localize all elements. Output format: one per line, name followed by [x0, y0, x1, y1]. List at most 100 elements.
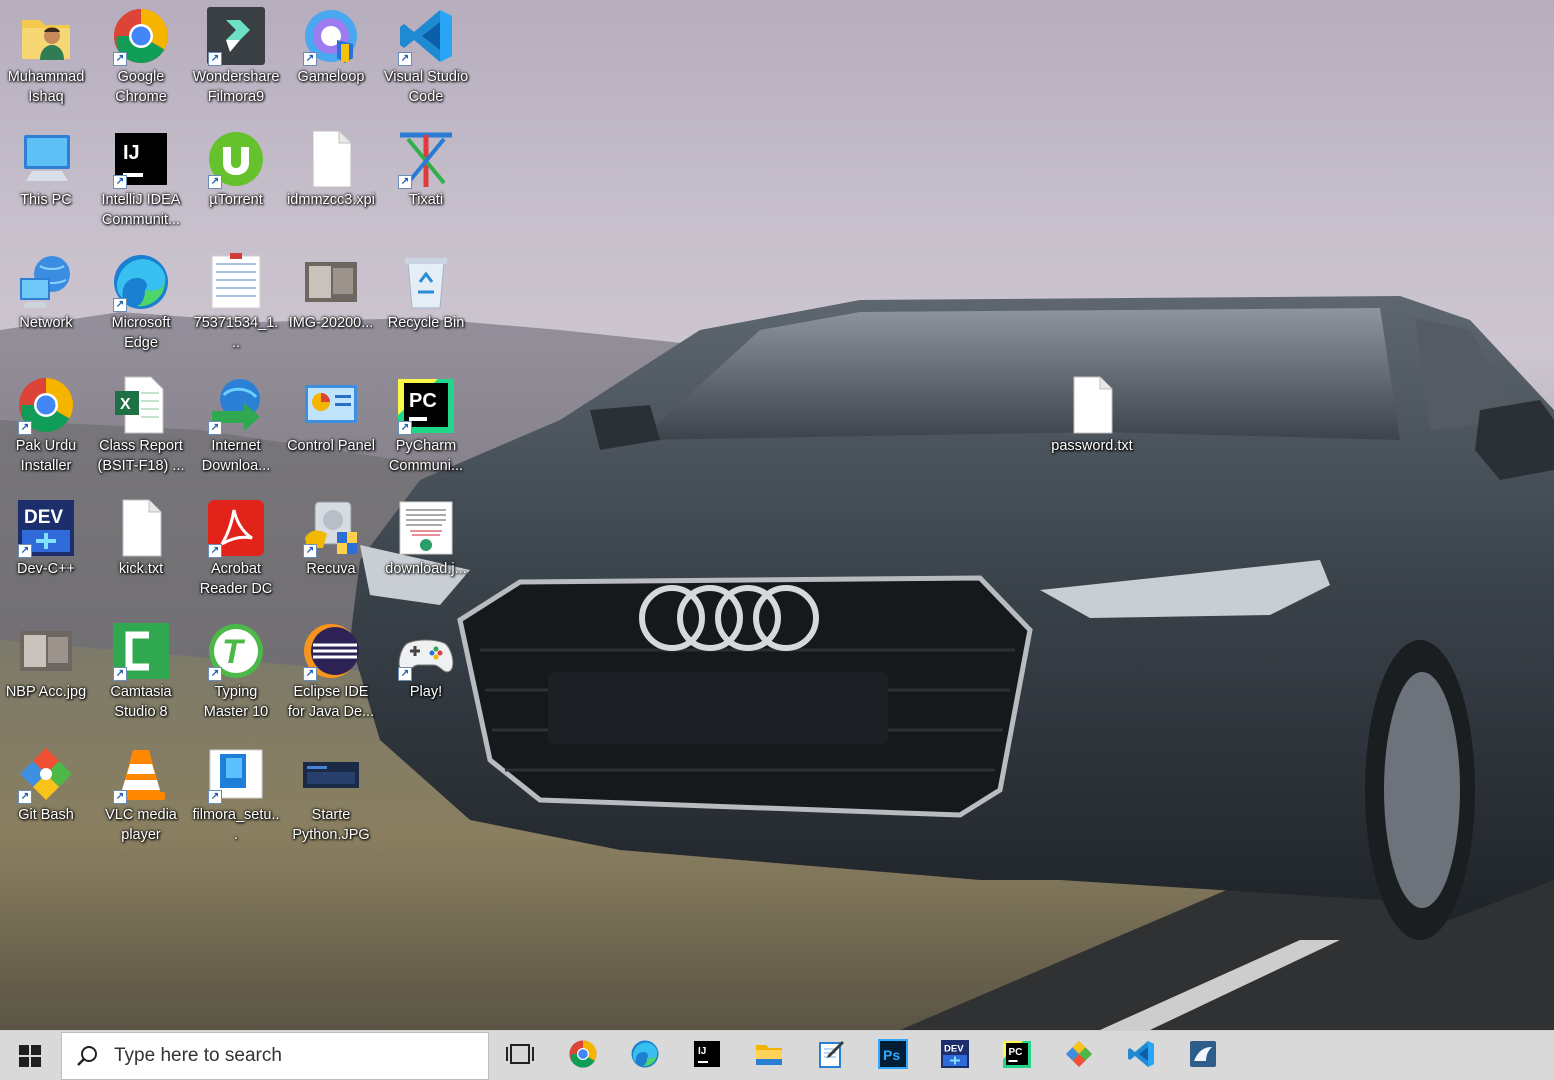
- shortcut-arrow-icon: ↗: [208, 421, 222, 435]
- desktop-icon-label: VLC media player: [105, 807, 177, 843]
- desktop-icon-acrobat-reader[interactable]: ↗ Acrobat Reader DC: [190, 492, 282, 599]
- taskbar-notepad-button[interactable]: [801, 1032, 861, 1080]
- desktop-icon-label: Tixati: [408, 192, 444, 208]
- desktop-icon-filmora-setup[interactable]: ↗ filmora_setu...: [190, 738, 282, 845]
- desktop-icon-intellij-idea[interactable]: IJ ↗ IntelliJ IDEA Communit...: [95, 123, 187, 230]
- task-view-icon: [505, 1039, 535, 1074]
- desktop-icon-grid: Muhammad Ishaq ↗ Google Chrome ↗ Wondershare…: [0, 0, 1554, 1030]
- search-input[interactable]: [112, 1044, 476, 1068]
- desktop-icon-user-folder[interactable]: Muhammad Ishaq: [0, 0, 92, 107]
- desktop-icon-camtasia[interactable]: ↗ Camtasia Studio 8: [95, 615, 187, 722]
- taskbar-chrome-button[interactable]: [553, 1032, 613, 1080]
- taskbar-intellij-button[interactable]: IJ: [677, 1032, 737, 1080]
- shortcut-arrow-icon: ↗: [208, 544, 222, 558]
- desktop-icon-label: IMG-20200...: [288, 315, 374, 331]
- blank-file-icon: [111, 498, 171, 558]
- desktop-icon-label: Typing Master 10: [203, 684, 269, 720]
- photo-thumbnail-icon: [301, 252, 361, 312]
- desktop-icon-pycharm[interactable]: PC ↗ PyCharm Communi...: [380, 369, 472, 476]
- mysql-workbench-icon: [1188, 1039, 1218, 1074]
- idm-icon: ↗: [206, 375, 266, 435]
- gamepad-icon: ↗: [396, 621, 456, 681]
- network-icon: [16, 252, 76, 312]
- desktop-icon-git-bash[interactable]: ↗ Git Bash: [0, 738, 92, 825]
- desktop-icon-gameloop[interactable]: ↗ Gameloop: [285, 0, 377, 87]
- desktop-icon-label: Acrobat Reader DC: [199, 561, 273, 597]
- chrome-icon: ↗: [111, 6, 171, 66]
- desktop-icon-label: This PC: [20, 192, 72, 208]
- desktop-icon-wondershare-filmora9[interactable]: ↗ Wondershare Filmora9: [190, 0, 282, 107]
- utorrent-icon: ↗: [206, 129, 266, 189]
- desktop-icon-password-txt[interactable]: password.txt: [1046, 369, 1138, 456]
- shortcut-arrow-icon: ↗: [208, 667, 222, 681]
- desktop-icon-label: password.txt: [1051, 438, 1133, 454]
- excel-icon: X: [111, 375, 171, 435]
- desktop-icon-kick-txt[interactable]: kick.txt: [95, 492, 187, 579]
- desktop-icon-play[interactable]: ↗ Play!: [380, 615, 472, 702]
- windows-logo-icon: [19, 1044, 41, 1067]
- desktop-icon-tixati[interactable]: ↗ Tixati: [380, 123, 472, 210]
- desktop-icon-nbp-acc-jpg[interactable]: NBP Acc.jpg: [0, 615, 92, 702]
- desktop-icon-label: Starte Python.JPG: [292, 807, 370, 843]
- shortcut-arrow-icon: ↗: [398, 421, 412, 435]
- taskbar-mysql-workbench-button[interactable]: [1173, 1032, 1233, 1080]
- taskbar-photoshop-button[interactable]: Ps: [863, 1032, 923, 1080]
- document-thumbnail-icon: [396, 498, 456, 558]
- desktop-icon-label: download.j...: [385, 561, 467, 577]
- svg-text:IJ: IJ: [698, 1046, 706, 1057]
- taskbar-search-box[interactable]: [61, 1032, 489, 1080]
- desktop-icon-image-75371534[interactable]: 75371534_1...: [190, 246, 282, 353]
- pycharm-icon: PC ↗: [396, 375, 456, 435]
- camtasia-icon: ↗: [111, 621, 171, 681]
- desktop-icon-img-20200[interactable]: IMG-20200...: [285, 246, 377, 333]
- desktop-icon-download-jpg[interactable]: download.j...: [380, 492, 472, 579]
- desktop-icon-recycle-bin[interactable]: Recycle Bin: [380, 246, 472, 333]
- desktop-icon-pak-urdu-installer[interactable]: ↗ Pak Urdu Installer: [0, 369, 92, 476]
- vscode-icon: [1126, 1039, 1156, 1074]
- taskbar-vscode-button[interactable]: [1111, 1032, 1171, 1080]
- desktop-icon-starte-python[interactable]: Starte Python.JPG: [285, 738, 377, 845]
- desktop-icon-google-chrome[interactable]: ↗ Google Chrome: [95, 0, 187, 107]
- control-panel-icon: [301, 375, 361, 435]
- start-button[interactable]: [0, 1031, 60, 1080]
- devcpp-icon: DEV: [940, 1039, 970, 1074]
- desktop-icon-class-report[interactable]: X Class Report (BSIT-F18) ...: [95, 369, 187, 476]
- desktop-icon-typing-master[interactable]: T ↗ Typing Master 10: [190, 615, 282, 722]
- shortcut-arrow-icon: ↗: [113, 175, 127, 189]
- desktop-icon-label: NBP Acc.jpg: [5, 684, 87, 700]
- taskbar-task-view-button[interactable]: [490, 1032, 550, 1080]
- desktop-icon-this-pc[interactable]: This PC: [0, 123, 92, 210]
- filmora-icon: ↗: [206, 6, 266, 66]
- search-icon: [62, 1045, 112, 1067]
- desktop-icon-eclipse-ide[interactable]: ↗ Eclipse IDE for Java De...: [285, 615, 377, 722]
- desktop-icon-idmmzcc3-xpi[interactable]: idmmzcc3.xpi: [285, 123, 377, 210]
- chrome-icon: [568, 1039, 598, 1074]
- gameloop-icon: ↗: [301, 6, 361, 66]
- screenshot-thumbnail-icon: [301, 744, 361, 804]
- desktop-icon-vlc[interactable]: ↗ VLC media player: [95, 738, 187, 845]
- taskbar-pycharm-button[interactable]: PC: [987, 1032, 1047, 1080]
- desktop-icon-visual-studio-code[interactable]: ↗ Visual Studio Code: [380, 0, 472, 107]
- eclipse-icon: ↗: [301, 621, 361, 681]
- shortcut-arrow-icon: ↗: [208, 175, 222, 189]
- photoshop-icon: Ps: [878, 1038, 908, 1074]
- desktop-icon-label: Microsoft Edge: [111, 315, 171, 351]
- desktop-icon-label: Internet Downloa...: [201, 438, 271, 474]
- desktop-icon-internet-download-manager[interactable]: ↗ Internet Downloa...: [190, 369, 282, 476]
- taskbar-paint-app-button[interactable]: [1049, 1032, 1109, 1080]
- shortcut-arrow-icon: ↗: [398, 667, 412, 681]
- desktop-icon-microsoft-edge[interactable]: ↗ Microsoft Edge: [95, 246, 187, 353]
- taskbar-file-explorer-button[interactable]: [739, 1032, 799, 1080]
- desktop-icon-dev-cpp[interactable]: DEV ↗ Dev-C++: [0, 492, 92, 579]
- desktop-icon-label: Network: [19, 315, 73, 331]
- desktop-icon-label: Recuva: [306, 561, 356, 577]
- desktop-icon-network[interactable]: Network: [0, 246, 92, 333]
- desktop-icon-label: IntelliJ IDEA Communit...: [101, 192, 181, 228]
- shortcut-arrow-icon: ↗: [113, 667, 127, 681]
- desktop-icon-recuva[interactable]: ↗ Recuva: [285, 492, 377, 579]
- taskbar-devcpp-button[interactable]: DEV: [925, 1032, 985, 1080]
- taskbar-edge-button[interactable]: [615, 1032, 675, 1080]
- desktop-icon-label: 75371534_1...: [193, 315, 279, 351]
- desktop-icon-utorrent[interactable]: ↗ µTorrent: [190, 123, 282, 210]
- desktop-icon-control-panel[interactable]: Control Panel: [285, 369, 377, 456]
